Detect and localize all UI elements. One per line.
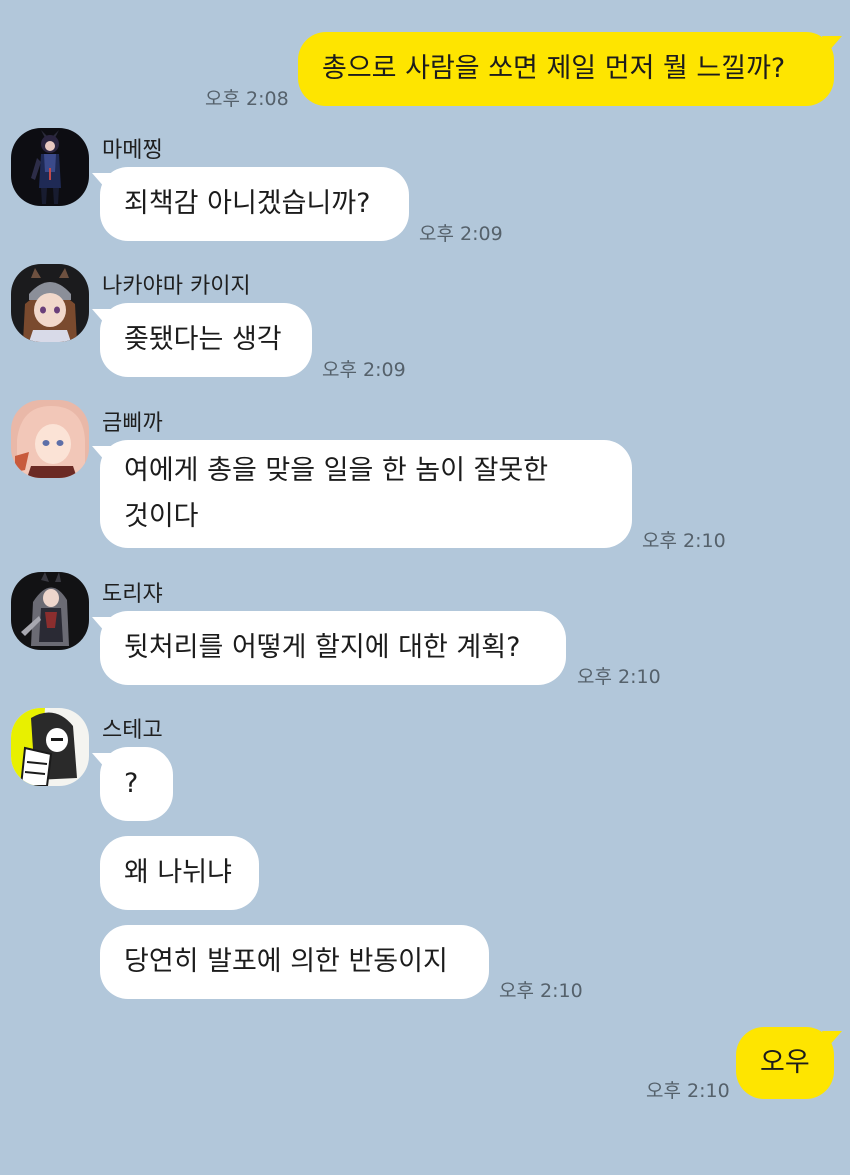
message-text: 죄책감 아니겠습니까? [124,188,371,219]
message-text: 좆됐다는 생각 [124,324,282,355]
bubble-tail-icon [92,173,112,189]
message-time: 오후 2:10 [577,666,661,688]
avatar-image [11,400,89,478]
message-text: 총으로 사람을 쏘면 제일 먼저 뭘 느낄까? [322,53,786,84]
message-time: 오후 2:10 [642,530,726,552]
sender-name: 마메찡 [102,138,163,163]
avatar-image [11,128,89,206]
message-bubble[interactable]: 뒷처리를 어떻게 할지에 대한 계획? [92,611,566,685]
bubble-tail-icon [92,446,112,462]
bubble-tail-icon [822,1031,842,1047]
avatar-image [11,572,89,650]
message-text: 당연히 발포에 의한 반동이지 [124,946,448,977]
avatar[interactable] [11,400,89,478]
avatar-image [11,264,89,342]
message-bubble[interactable]: 죄책감 아니겠습니까? [92,167,409,241]
message-time: 오후 2:09 [322,359,406,381]
message-bubble[interactable]: ? [92,747,173,821]
message-bubble[interactable]: 여에게 총을 맞을 일을 한 놈이 잘못한 것이다 [92,440,632,548]
bubble-tail-icon [92,753,112,769]
avatar[interactable] [11,708,89,786]
bubble-tail-icon [822,36,842,52]
message-time: 오후 2:10 [499,980,583,1002]
sender-name: 도리쟈 [102,582,163,607]
message-text-line: 것이다 [124,501,199,532]
sender-name: 금삐까 [102,411,163,436]
avatar-image [11,708,89,786]
message-time: 오후 2:09 [419,223,503,245]
message-text-line: 여에게 총을 맞을 일을 한 놈이 잘못한 [124,455,549,486]
sender-name: 스테고 [102,718,163,743]
my-message-bubble[interactable]: 총으로 사람을 쏘면 제일 먼저 뭘 느낄까? [298,32,842,106]
message-bubble[interactable]: 좆됐다는 생각 [92,303,312,377]
bubble-tail-icon [92,309,112,325]
message-bubble[interactable]: 왜 나뉘냐 [100,836,259,910]
message-text: 뒷처리를 어떻게 할지에 대한 계획? [124,632,521,663]
avatar[interactable] [11,572,89,650]
message-text: 오우 [760,1047,810,1078]
avatar[interactable] [11,264,89,342]
bubble-tail-icon [92,617,112,633]
sender-name: 나카야마 카이지 [102,274,251,299]
message-time: 오후 2:08 [205,88,289,110]
avatar[interactable] [11,128,89,206]
message-time: 오후 2:10 [646,1080,730,1102]
message-bubble[interactable]: 당연히 발포에 의한 반동이지 [100,925,489,999]
my-message-bubble[interactable]: 오우 [736,1027,842,1099]
message-text: 왜 나뉘냐 [124,857,232,888]
